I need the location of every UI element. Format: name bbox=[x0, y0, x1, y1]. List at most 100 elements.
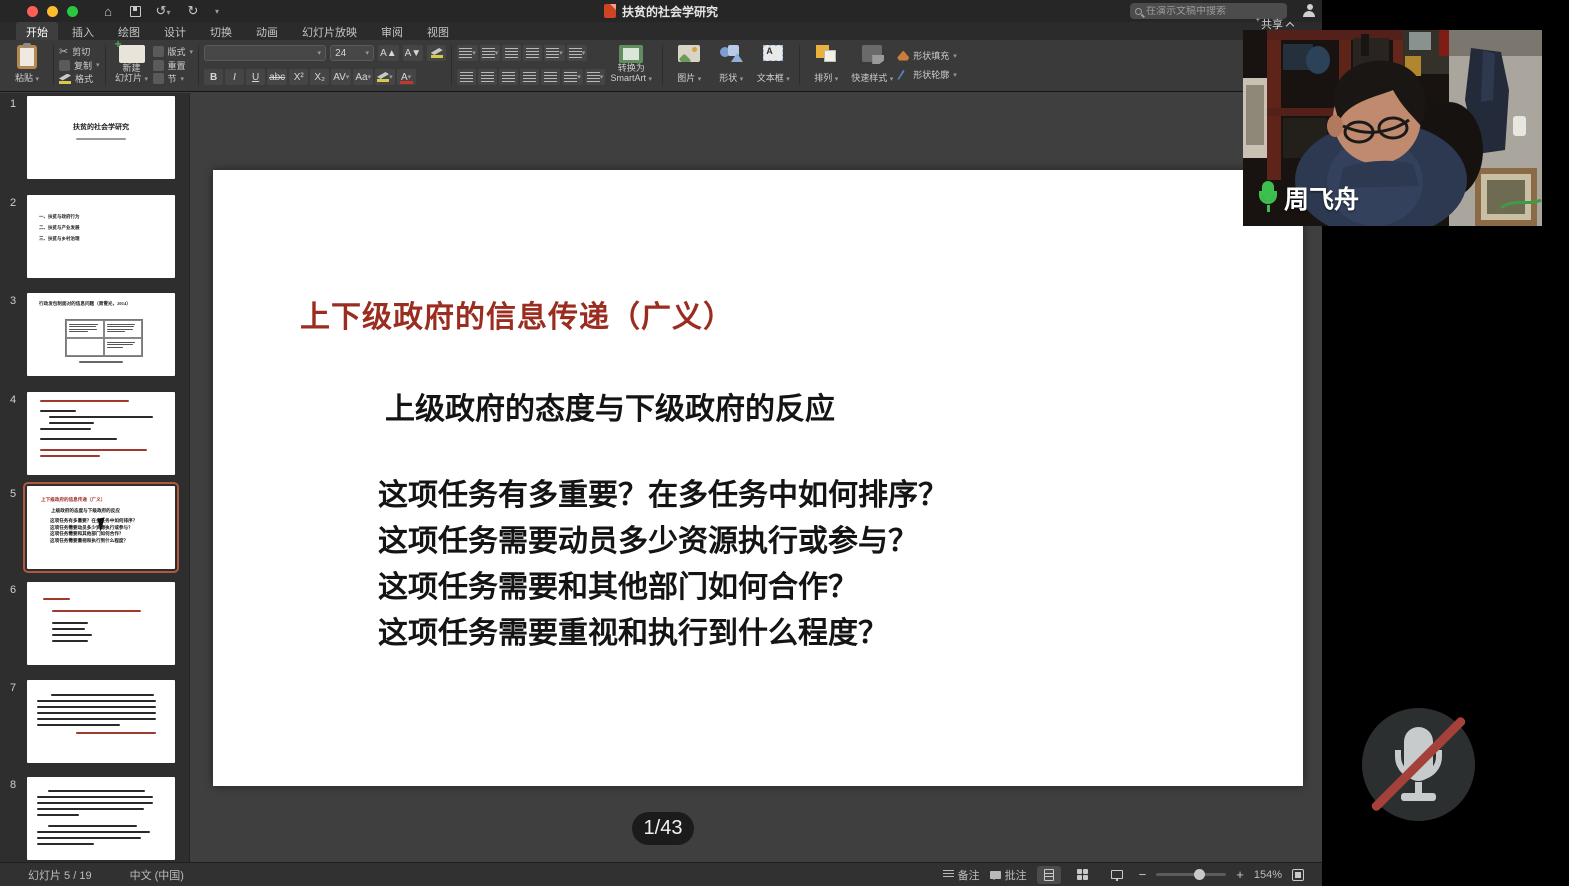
home-icon[interactable]: ⌂ bbox=[100, 4, 116, 19]
zoom-out-button[interactable]: − bbox=[1139, 867, 1147, 882]
shape-outline-button[interactable]: 形状轮廓 ▾ bbox=[897, 68, 957, 81]
grid-view-icon bbox=[1077, 869, 1088, 880]
increase-indent-button[interactable] bbox=[523, 45, 542, 61]
slide-number: 4 bbox=[10, 394, 24, 406]
redo-button[interactable]: ↻ bbox=[185, 3, 201, 19]
tab-home[interactable]: 开始 bbox=[16, 22, 58, 40]
arrange-button[interactable]: 排列 ▾ bbox=[805, 44, 847, 86]
format-painter-button[interactable]: 格式 bbox=[59, 72, 100, 85]
reset-button[interactable]: 重置 bbox=[153, 59, 194, 72]
font-size-select[interactable]: 24▾ bbox=[330, 45, 374, 61]
cut-button[interactable]: ✂ 剪切 bbox=[59, 45, 100, 58]
bullets-button[interactable]: ▾ bbox=[457, 45, 478, 61]
section-button[interactable]: 节 ▾ bbox=[153, 72, 194, 85]
slide-question: 这项任务有多重要？在多任务中如何排序？ bbox=[378, 473, 948, 519]
highlight-icon bbox=[377, 72, 389, 82]
thumb-text-line bbox=[40, 400, 129, 402]
close-window-button[interactable] bbox=[27, 6, 38, 17]
zoom-slider-knob[interactable] bbox=[1194, 869, 1205, 880]
slide-thumbnail-1[interactable]: 扶贫的社会学研究 bbox=[27, 96, 175, 179]
underline-button[interactable]: U bbox=[246, 69, 265, 85]
justify-button[interactable] bbox=[520, 69, 539, 85]
zoom-window-button[interactable] bbox=[67, 6, 78, 17]
change-case-button[interactable]: Aa▾ bbox=[353, 69, 373, 85]
superscript-button[interactable]: X² bbox=[289, 69, 308, 85]
minimize-window-button[interactable] bbox=[47, 6, 58, 17]
layout-button[interactable]: 版式 ▾ bbox=[153, 45, 194, 58]
webcam-video[interactable]: 周飞舟 bbox=[1243, 30, 1542, 226]
new-slide-button[interactable]: 新建 幻灯片 ▾ bbox=[111, 44, 153, 86]
comments-button[interactable]: 批注 bbox=[990, 867, 1027, 883]
thumb-text-line bbox=[52, 622, 88, 624]
unmute-button[interactable] bbox=[1362, 708, 1475, 821]
text-direction-button[interactable]: ▾ bbox=[567, 45, 588, 61]
zoom-in-button[interactable]: + bbox=[1236, 867, 1244, 882]
decrease-indent-button[interactable] bbox=[502, 45, 521, 61]
thumb-text-line bbox=[49, 416, 153, 418]
search-icon bbox=[1135, 8, 1142, 15]
zoom-level[interactable]: 154% bbox=[1254, 869, 1282, 881]
slide-thumbnail-3[interactable]: 行政发包制面对的信息问题（周雪光，2014） bbox=[27, 293, 175, 376]
picture-button[interactable]: 图片 ▾ bbox=[668, 44, 710, 86]
font-name-select[interactable]: ▾ bbox=[204, 45, 326, 61]
current-slide[interactable]: 上下级政府的信息传递（广义） 上级政府的态度与下级政府的反应 这项任务有多重要？… bbox=[213, 170, 1303, 786]
notes-button[interactable]: 备注 bbox=[943, 867, 980, 883]
tab-slideshow[interactable]: 幻灯片放映 bbox=[292, 22, 367, 40]
tab-view[interactable]: 视图 bbox=[417, 22, 459, 40]
slide-thumbnail-7[interactable] bbox=[27, 680, 175, 763]
tab-insert[interactable]: 插入 bbox=[62, 22, 104, 40]
thumb-text-line bbox=[40, 438, 117, 440]
toolbar-more-button[interactable]: ▾ bbox=[215, 7, 219, 16]
strikethrough-button[interactable]: abc bbox=[267, 69, 287, 85]
tab-animations[interactable]: 动画 bbox=[246, 22, 288, 40]
clear-formatting-button[interactable] bbox=[427, 45, 446, 61]
align-left-button[interactable] bbox=[457, 69, 476, 85]
tab-design[interactable]: 设计 bbox=[154, 22, 196, 40]
slide-number: 6 bbox=[10, 584, 24, 596]
italic-button[interactable]: I bbox=[225, 69, 244, 85]
paste-button[interactable]: 粘贴 ▾ bbox=[6, 44, 48, 86]
fit-to-window-button[interactable] bbox=[1292, 869, 1304, 881]
slide-sorter-button[interactable] bbox=[1071, 866, 1095, 884]
zoom-slider[interactable] bbox=[1156, 873, 1226, 876]
font-color-button[interactable]: A▾ bbox=[397, 69, 416, 85]
line-spacing-button[interactable]: ▾ bbox=[544, 45, 565, 61]
tab-review[interactable]: 审阅 bbox=[371, 22, 413, 40]
tab-transitions[interactable]: 切换 bbox=[200, 22, 242, 40]
shape-fill-button[interactable]: 形状填充 ▾ bbox=[897, 49, 957, 62]
comments-icon bbox=[990, 871, 1001, 879]
align-center-button[interactable] bbox=[478, 69, 497, 85]
text-highlight-button[interactable]: ▾ bbox=[375, 69, 395, 85]
normal-view-button[interactable] bbox=[1037, 866, 1061, 884]
grow-font-button[interactable]: A▲ bbox=[378, 45, 399, 61]
undo-button[interactable]: ↺▾ bbox=[155, 3, 171, 19]
account-icon[interactable] bbox=[1303, 4, 1317, 18]
language-indicator[interactable]: 中文 (中国) bbox=[130, 867, 184, 883]
character-spacing-button[interactable]: AV▾ bbox=[331, 69, 351, 85]
slide-thumbnail-8[interactable] bbox=[27, 777, 175, 860]
shapes-button[interactable]: 形状 ▾ bbox=[710, 44, 752, 86]
textbox-button[interactable]: A 文本框 ▾ bbox=[752, 44, 794, 86]
numbering-button[interactable]: ▾ bbox=[480, 45, 501, 61]
thumb-text-line bbox=[37, 831, 149, 833]
distribute-button[interactable] bbox=[541, 69, 560, 85]
align-right-button[interactable] bbox=[499, 69, 518, 85]
quick-styles-button[interactable]: 快速样式 ▾ bbox=[847, 44, 897, 86]
powerpoint-window: ⌂ ↺▾ ↻ ▾ 扶贫的社会学研究 开始 插入 绘图 设计 bbox=[0, 0, 1322, 886]
search-field[interactable] bbox=[1146, 6, 1276, 17]
slideshow-button[interactable] bbox=[1105, 866, 1129, 884]
slide-thumbnail-4[interactable] bbox=[27, 392, 175, 475]
bold-button[interactable]: B bbox=[204, 69, 223, 85]
slide-thumbnail-5-selected[interactable]: 上下级政府的信息传递（广义） 上级政府的态度与下级政府的反应 这项任务有多重要？… bbox=[27, 486, 175, 569]
reset-icon bbox=[153, 60, 164, 71]
slide-thumbnail-2[interactable]: 一、扶贫与政府行为 二、扶贫与产业发展 三、扶贫与乡村治理 bbox=[27, 195, 175, 278]
save-button[interactable] bbox=[130, 6, 141, 17]
convert-smartart-button[interactable]: 转换为 SmartArt ▾ bbox=[605, 44, 657, 86]
slide-thumbnail-6[interactable] bbox=[27, 582, 175, 665]
thumb-list-item: 三、扶贫与乡村治理 bbox=[39, 233, 175, 244]
align-text-button[interactable]: ▾ bbox=[585, 69, 606, 85]
copy-button[interactable]: 复制 ▾ bbox=[59, 59, 100, 72]
shrink-font-button[interactable]: A▼ bbox=[403, 45, 424, 61]
subscript-button[interactable]: X₂ bbox=[310, 69, 329, 85]
columns-button[interactable]: ▾ bbox=[562, 69, 583, 85]
